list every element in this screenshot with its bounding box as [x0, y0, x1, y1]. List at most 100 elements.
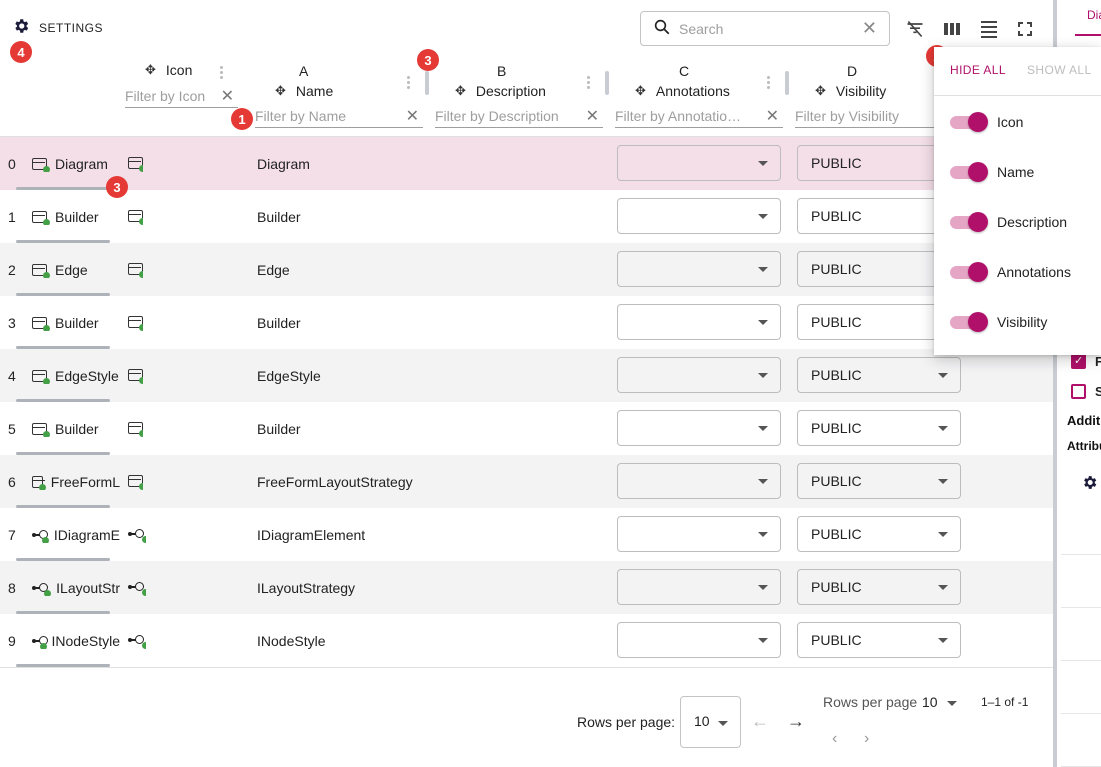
- filter-visibility-input[interactable]: Filter by Visibility: [795, 104, 935, 128]
- table-row[interactable]: 4 EdgeStyle EdgeStyle PUBLIC: [0, 349, 1053, 402]
- row-index: 6: [8, 473, 16, 490]
- clear-filter-icon[interactable]: ✕: [221, 86, 238, 106]
- checkbox-unchecked[interactable]: [1071, 384, 1086, 399]
- visibility-select[interactable]: PUBLIC: [797, 463, 961, 499]
- annotations-select[interactable]: [617, 145, 781, 181]
- clear-filter-icon[interactable]: ✕: [406, 106, 423, 126]
- annotations-select[interactable]: [617, 410, 781, 446]
- filter-annotations-input[interactable]: Filter by Annotatio… ✕: [615, 104, 783, 128]
- column-header-visibility[interactable]: ✥ Visibility: [815, 83, 886, 99]
- checkbox-checked[interactable]: [1071, 354, 1086, 369]
- toggle-switch[interactable]: [950, 112, 988, 132]
- table-row[interactable]: 6 FreeFormL FreeFormLayoutStrategy PUBLIC: [0, 455, 1053, 508]
- visibility-select[interactable]: PUBLIC: [797, 516, 961, 552]
- visibility-select[interactable]: PUBLIC: [797, 569, 961, 605]
- chevron-down-icon: [758, 161, 768, 166]
- column-letter-d: D: [847, 63, 858, 79]
- column-resize-handle[interactable]: [425, 71, 429, 95]
- tab-diagram[interactable]: Dia: [1087, 8, 1101, 22]
- visibility-select[interactable]: PUBLIC: [797, 622, 961, 658]
- annotations-select[interactable]: [617, 304, 781, 340]
- column-header-name[interactable]: ✥ Name: [275, 83, 333, 99]
- toggle-switch[interactable]: [950, 312, 988, 332]
- move-icon[interactable]: ✥: [145, 62, 156, 78]
- clear-filter-icon[interactable]: ✕: [586, 106, 603, 126]
- visibility-value: PUBLIC: [811, 579, 862, 595]
- column-toggle-item[interactable]: Name: [950, 160, 1034, 184]
- chevron-down-icon[interactable]: [947, 701, 957, 706]
- chevron-down-icon: [938, 585, 948, 590]
- table-row[interactable]: 2 Edge Edge PUBLIC: [0, 243, 1053, 296]
- visibility-value: PUBLIC: [811, 632, 862, 648]
- fullscreen-icon[interactable]: [1014, 18, 1036, 40]
- column-menu-icon[interactable]: [407, 76, 411, 91]
- column-toggle-item[interactable]: Icon: [950, 110, 1023, 134]
- table-row[interactable]: 7 IDiagramE IDiagramElement PUBLIC: [0, 508, 1053, 561]
- filter-description-input[interactable]: Filter by Description ✕: [435, 104, 603, 128]
- annotations-select[interactable]: [617, 463, 781, 499]
- chevron-down-icon: [938, 638, 948, 643]
- annotations-select[interactable]: [617, 622, 781, 658]
- column-menu-icon[interactable]: [767, 76, 771, 91]
- filter-name-input[interactable]: Filter by Name ✕: [255, 104, 423, 128]
- annotations-select[interactable]: [617, 198, 781, 234]
- column-header-description[interactable]: ✥ Description: [455, 83, 546, 99]
- table-row[interactable]: 0 Diagram Diagram PUBLIC: [0, 137, 1053, 190]
- column-resize-handle[interactable]: [605, 71, 609, 95]
- settings-button[interactable]: SETTINGS: [12, 17, 103, 38]
- move-icon[interactable]: ✥: [635, 83, 646, 99]
- clear-filter-icon[interactable]: ✕: [766, 106, 783, 126]
- rows-per-page-value-secondary[interactable]: 10: [922, 694, 938, 710]
- chevron-right-icon[interactable]: ›: [864, 730, 869, 748]
- column-toggle-item[interactable]: Annotations: [950, 260, 1071, 284]
- table-row[interactable]: 8 ILayoutStr ILayoutStrategy PUBLIC: [0, 561, 1053, 614]
- column-resize-handle[interactable]: [785, 71, 789, 95]
- divider: [1061, 607, 1101, 608]
- columns-icon[interactable]: [941, 18, 963, 40]
- toggle-switch[interactable]: [950, 262, 988, 282]
- annotations-select[interactable]: [617, 251, 781, 287]
- icon-cell-label: Diagram: [55, 155, 108, 172]
- move-icon[interactable]: ✥: [455, 83, 466, 99]
- hide-all-button[interactable]: HIDE ALL: [950, 63, 1006, 77]
- move-icon[interactable]: ✥: [815, 83, 826, 99]
- clear-search-icon[interactable]: ✕: [862, 18, 877, 39]
- name-cell: ILayoutStrategy: [257, 579, 356, 596]
- table-row[interactable]: 1 Builder Builder PUBLIC: [0, 190, 1053, 243]
- column-header-annotations[interactable]: ✥ Annotations: [635, 83, 730, 99]
- column-toggle-item[interactable]: Visibility: [950, 310, 1047, 334]
- table-row[interactable]: 3 Builder Builder PUBLIC: [0, 296, 1053, 349]
- rows-per-page-select[interactable]: 10: [680, 696, 741, 748]
- rows-per-page-value: 10: [694, 713, 710, 729]
- icon-cell: ILayoutStr: [32, 580, 120, 596]
- icon-cell-icon: [128, 315, 143, 331]
- annotations-select[interactable]: [617, 516, 781, 552]
- class-icon: [32, 263, 50, 278]
- table-row[interactable]: 9 INodeStyle INodeStyle PUBLIC: [0, 614, 1053, 667]
- show-all-button[interactable]: SHOW ALL: [1027, 63, 1092, 77]
- column-menu-icon[interactable]: [220, 66, 224, 81]
- column-toggle-label: Name: [997, 164, 1035, 180]
- visibility-select[interactable]: PUBLIC: [797, 357, 961, 393]
- filter-icon-input[interactable]: Filter by Icon ✕: [125, 84, 238, 108]
- column-toggle-item[interactable]: Description: [950, 210, 1067, 234]
- table-row[interactable]: 5 Builder Builder PUBLIC: [0, 402, 1053, 455]
- next-page-icon[interactable]: →: [787, 711, 805, 732]
- gear-icon[interactable]: [1081, 474, 1098, 494]
- annotations-select[interactable]: [617, 357, 781, 393]
- row-index: 9: [8, 632, 16, 649]
- column-menu-icon[interactable]: [587, 76, 591, 91]
- chevron-left-icon[interactable]: ‹: [832, 730, 837, 748]
- visibility-value: PUBLIC: [811, 155, 862, 171]
- annotations-select[interactable]: [617, 569, 781, 605]
- previous-page-icon[interactable]: ←: [751, 711, 769, 732]
- visibility-select[interactable]: PUBLIC: [797, 410, 961, 446]
- move-icon[interactable]: ✥: [275, 83, 286, 99]
- search-input[interactable]: Search ✕: [640, 11, 890, 46]
- density-icon[interactable]: [978, 18, 1000, 40]
- toggle-switch[interactable]: [950, 212, 988, 232]
- toggle-switch[interactable]: [950, 162, 988, 182]
- icon-cell: Builder: [32, 315, 120, 331]
- column-header-icon[interactable]: ✥ Icon: [145, 62, 192, 78]
- filter-off-icon[interactable]: [904, 18, 926, 40]
